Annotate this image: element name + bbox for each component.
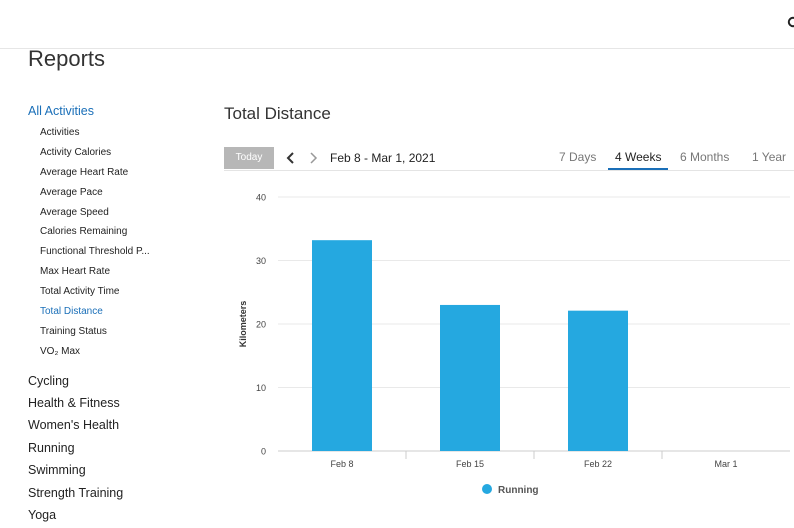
category-running[interactable]: Running xyxy=(28,437,198,459)
search-icon[interactable] xyxy=(786,16,794,30)
x-tick-label: Feb 8 xyxy=(330,459,353,469)
page-title: Reports xyxy=(28,46,106,71)
y-axis-label: Kilometers xyxy=(238,301,248,348)
tab-7-days[interactable]: 7 Days xyxy=(559,149,596,171)
y-tick-label: 0 xyxy=(261,447,266,457)
sidebar-item-total-activity-time[interactable]: Total Activity Time xyxy=(40,282,198,302)
category-yoga[interactable]: Yoga xyxy=(28,504,198,526)
x-tick-label: Mar 1 xyxy=(714,459,737,469)
sidebar-item-activity-calories[interactable]: Activity Calories xyxy=(40,143,198,163)
sidebar-item-average-speed[interactable]: Average Speed xyxy=(40,203,198,223)
tab-1-year[interactable]: 1 Year xyxy=(752,149,786,171)
bar-running xyxy=(312,240,372,451)
bar-running xyxy=(440,304,500,451)
sidebar-item-functional-threshold-p[interactable]: Functional Threshold P... xyxy=(40,242,198,262)
total-distance-chart: 0 10 20 30 40 Feb 8 Feb 15 Feb 22 Mar 1 Kilometer… xyxy=(238,193,790,496)
bar-running xyxy=(568,310,628,451)
y-tick-label: 30 xyxy=(256,256,266,266)
sidebar-item-max-heart-rate[interactable]: Max Heart Rate xyxy=(40,262,198,282)
legend-swatch-running xyxy=(482,484,492,494)
sidebar-item-average-pace[interactable]: Average Pace xyxy=(40,183,198,203)
x-tick-label: Feb 22 xyxy=(584,459,612,469)
category-list: Cycling Health & Fitness Women's Health Run… xyxy=(28,370,198,527)
category-swimming[interactable]: Swimming xyxy=(28,459,198,481)
category-strength-training[interactable]: Strength Training xyxy=(28,482,198,504)
y-tick-label: 20 xyxy=(256,320,266,330)
sidebar-item-calories-remaining[interactable]: Calories Remaining xyxy=(40,222,198,242)
y-tick-label: 10 xyxy=(256,383,266,393)
controls-divider xyxy=(224,170,794,171)
sidebar-item-activities[interactable]: Activities xyxy=(40,123,198,143)
sub-item-list: Activities Activity Calories Average Heart… xyxy=(40,123,198,362)
sidebar-item-vo-max[interactable]: VO₂ Max xyxy=(40,342,198,362)
top-bar xyxy=(0,0,794,49)
category-women-s-health[interactable]: Women's Health xyxy=(28,414,198,436)
sidebar-item-total-distance[interactable]: Total Distance xyxy=(40,302,198,322)
chevron-left-icon[interactable] xyxy=(284,149,298,167)
category-health-fitness[interactable]: Health & Fitness xyxy=(28,392,198,414)
y-tick-label: 40 xyxy=(256,193,266,203)
sidebar-item-training-status[interactable]: Training Status xyxy=(40,322,198,342)
category-all-activities[interactable]: All Activities xyxy=(28,103,198,123)
sidebar: All Activities Activities Activity Calori… xyxy=(28,103,198,526)
legend-label-running: Running xyxy=(498,485,539,496)
tab-6-months[interactable]: 6 Months xyxy=(680,149,729,171)
category-cycling[interactable]: Cycling xyxy=(28,370,198,392)
date-range-label: Feb 8 - Mar 1, 2021 xyxy=(330,151,436,165)
x-tick-label: Feb 15 xyxy=(456,459,484,469)
sidebar-item-average-heart-rate[interactable]: Average Heart Rate xyxy=(40,163,198,183)
chevron-right-icon[interactable] xyxy=(306,149,320,167)
today-button[interactable]: Today xyxy=(224,147,274,169)
report-controls: Today Feb 8 - Mar 1, 2021 7 Days 4 Weeks… xyxy=(224,146,794,170)
report-title: Total Distance xyxy=(224,104,331,123)
